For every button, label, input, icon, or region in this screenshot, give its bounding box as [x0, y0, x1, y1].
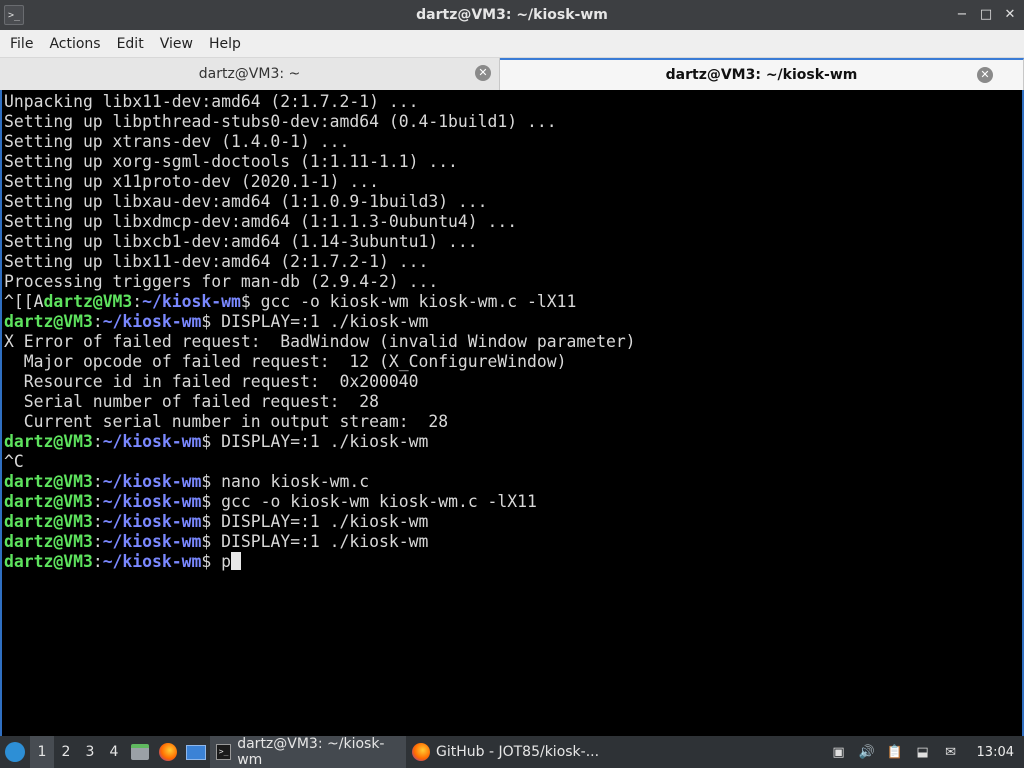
prompt-line: dartz@VM3:~/kiosk-wm$ DISPLAY=:1 ./kiosk… — [4, 532, 429, 551]
output-line: Setting up xorg-sgml-doctools (1:1.11-1.… — [4, 152, 458, 171]
command-text: gcc -o kiosk-wm kiosk-wm.c -lX11 — [221, 492, 537, 511]
clipboard-icon[interactable]: 📋 — [886, 744, 902, 760]
current-input[interactable]: p — [221, 552, 231, 571]
tab-close-icon[interactable]: ✕ — [977, 67, 993, 83]
current-prompt-line[interactable]: dartz@VM3:~/kiosk-wm$ p — [4, 552, 1020, 572]
prompt-line: dartz@VM3:~/kiosk-wm$ gcc -o kiosk-wm ki… — [4, 492, 537, 511]
tab-kiosk-wm[interactable]: dartz@VM3: ~/kiosk-wm ✕ — [500, 58, 1024, 90]
window-title: dartz@VM3: ~/kiosk-wm — [416, 7, 608, 23]
firefox-launcher[interactable] — [154, 736, 182, 768]
menu-bar: File Actions Edit View Help — [0, 30, 1024, 58]
error-line: Current serial number in output stream: … — [4, 412, 449, 431]
prompt-user-host: dartz@VM3 — [4, 312, 93, 331]
window-title-bar[interactable]: >_ dartz@VM3: ~/kiosk-wm − □ ✕ — [0, 0, 1024, 30]
escape-sequence: ^[[A — [4, 292, 44, 311]
command-text: gcc -o kiosk-wm kiosk-wm.c -lX11 — [260, 292, 577, 311]
firefox-icon — [412, 743, 430, 761]
task-label: dartz@VM3: ~/kiosk-wm — [237, 736, 385, 768]
prompt-path: ~/kiosk-wm — [102, 532, 202, 551]
window-controls: − □ ✕ — [954, 5, 1018, 25]
command-text: nano kiosk-wm.c — [221, 472, 370, 491]
prompt-path: ~/kiosk-wm — [102, 492, 202, 511]
error-line: Resource id in failed request: 0x200040 — [4, 372, 419, 391]
clock[interactable]: 13:04 — [977, 745, 1014, 760]
tab-home[interactable]: dartz@VM3: ~ ✕ — [0, 58, 500, 90]
workspace-1[interactable]: 1 — [30, 736, 54, 768]
minimize-button[interactable]: − — [954, 5, 970, 25]
command-text: DISPLAY=:1 ./kiosk-wm — [221, 312, 429, 331]
network-icon[interactable]: ⬓ — [915, 744, 931, 760]
taskbar: 1 2 3 4 >_ dartz@VM3: ~/kiosk-wm GitHub … — [0, 736, 1024, 768]
output-line: Setting up libxcb1-dev:amd64 (1.14-3ubun… — [4, 232, 478, 251]
file-manager-icon — [131, 744, 149, 760]
prompt-user-host: dartz@VM3 — [4, 532, 93, 551]
prompt-path: ~/kiosk-wm — [102, 432, 202, 451]
text-cursor — [231, 552, 241, 570]
command-text: DISPLAY=:1 ./kiosk-wm — [221, 432, 429, 451]
prompt-user-host: dartz@VM3 — [4, 492, 93, 511]
prompt-user-host: dartz@VM3 — [43, 292, 133, 311]
prompt-line: dartz@VM3:~/kiosk-wm$ DISPLAY=:1 ./kiosk… — [4, 312, 429, 331]
output-line: Setting up libxau-dev:amd64 (1:1.0.9-1bu… — [4, 192, 488, 211]
prompt-line: dartz@VM3:~/kiosk-wm$ DISPLAY=:1 ./kiosk… — [4, 432, 429, 451]
task-label: GitHub - JOT85/kiosk-... — [436, 744, 600, 760]
terminal-output[interactable]: Unpacking libx11-dev:amd64 (2:1.7.2-1) .… — [0, 90, 1024, 736]
prompt-path: ~/kiosk-wm — [102, 552, 202, 571]
menu-help[interactable]: Help — [201, 36, 249, 52]
output-line: Setting up libpthread-stubs0-dev:amd64 (… — [4, 112, 557, 131]
workspace-2[interactable]: 2 — [54, 736, 78, 768]
prompt-path: ~/kiosk-wm — [102, 472, 202, 491]
menu-file[interactable]: File — [2, 36, 41, 52]
tab-close-icon[interactable]: ✕ — [475, 65, 491, 81]
output-line: Setting up xtrans-dev (1.4.0-1) ... — [4, 132, 350, 151]
command-text: DISPLAY=:1 ./kiosk-wm — [221, 532, 429, 551]
prompt-path: ~/kiosk-wm — [102, 512, 202, 531]
command-text: DISPLAY=:1 ./kiosk-wm — [221, 512, 429, 531]
desktop-icon — [186, 744, 206, 760]
error-line: Major opcode of failed request: 12 (X_Co… — [4, 352, 567, 371]
error-line: X Error of failed request: BadWindow (in… — [4, 332, 636, 351]
task-firefox[interactable]: GitHub - JOT85/kiosk-... — [406, 736, 605, 768]
close-button[interactable]: ✕ — [1002, 5, 1018, 25]
interrupt-line: ^C — [4, 452, 24, 471]
output-line: Processing triggers for man-db (2.9.4-2)… — [4, 272, 439, 291]
output-line: Setting up libx11-dev:amd64 (2:1.7.2-1) … — [4, 252, 429, 271]
terminal-icon: >_ — [4, 5, 24, 25]
prompt-user-host: dartz@VM3 — [4, 552, 93, 571]
output-line: Unpacking libx11-dev:amd64 (2:1.7.2-1) .… — [4, 92, 419, 111]
prompt-line: dartz@VM3:~/kiosk-wm$ nano kiosk-wm.c — [4, 472, 370, 491]
output-line: Setting up x11proto-dev (2020.1-1) ... — [4, 172, 379, 191]
prompt-line: ^[[Adartz@VM3:~/kiosk-wm$ gcc -o kiosk-w… — [4, 292, 577, 311]
show-desktop-launcher[interactable] — [182, 736, 210, 768]
terminal-icon: >_ — [216, 744, 232, 760]
menu-edit[interactable]: Edit — [109, 36, 152, 52]
firefox-icon — [159, 743, 177, 761]
prompt-path: ~/kiosk-wm — [102, 312, 202, 331]
system-tray: ▣ 🔊 📋 ⬓ ✉ 13:04 — [831, 744, 1024, 760]
file-manager-launcher[interactable] — [126, 736, 154, 768]
error-line: Serial number of failed request: 28 — [4, 392, 379, 411]
workspace-4[interactable]: 4 — [102, 736, 126, 768]
menu-actions[interactable]: Actions — [41, 36, 108, 52]
display-icon[interactable]: ▣ — [831, 744, 847, 760]
volume-icon[interactable]: 🔊 — [858, 744, 874, 760]
workspace-3[interactable]: 3 — [78, 736, 102, 768]
menu-view[interactable]: View — [152, 36, 201, 52]
prompt-path: ~/kiosk-wm — [142, 292, 241, 311]
task-terminal[interactable]: >_ dartz@VM3: ~/kiosk-wm — [210, 736, 406, 768]
tab-label: dartz@VM3: ~ — [198, 66, 301, 82]
output-line: Setting up libxdmcp-dev:amd64 (1:1.1.3-0… — [4, 212, 518, 231]
tab-bar: dartz@VM3: ~ ✕ dartz@VM3: ~/kiosk-wm ✕ — [0, 58, 1024, 90]
prompt-user-host: dartz@VM3 — [4, 512, 93, 531]
maximize-button[interactable]: □ — [978, 5, 994, 25]
prompt-line: dartz@VM3:~/kiosk-wm$ DISPLAY=:1 ./kiosk… — [4, 512, 429, 531]
start-menu-button[interactable] — [0, 736, 30, 768]
tab-label: dartz@VM3: ~/kiosk-wm — [665, 67, 858, 83]
prompt-user-host: dartz@VM3 — [4, 432, 93, 451]
app-menu-icon — [5, 742, 25, 762]
prompt-user-host: dartz@VM3 — [4, 472, 93, 491]
notifications-icon[interactable]: ✉ — [943, 744, 959, 760]
